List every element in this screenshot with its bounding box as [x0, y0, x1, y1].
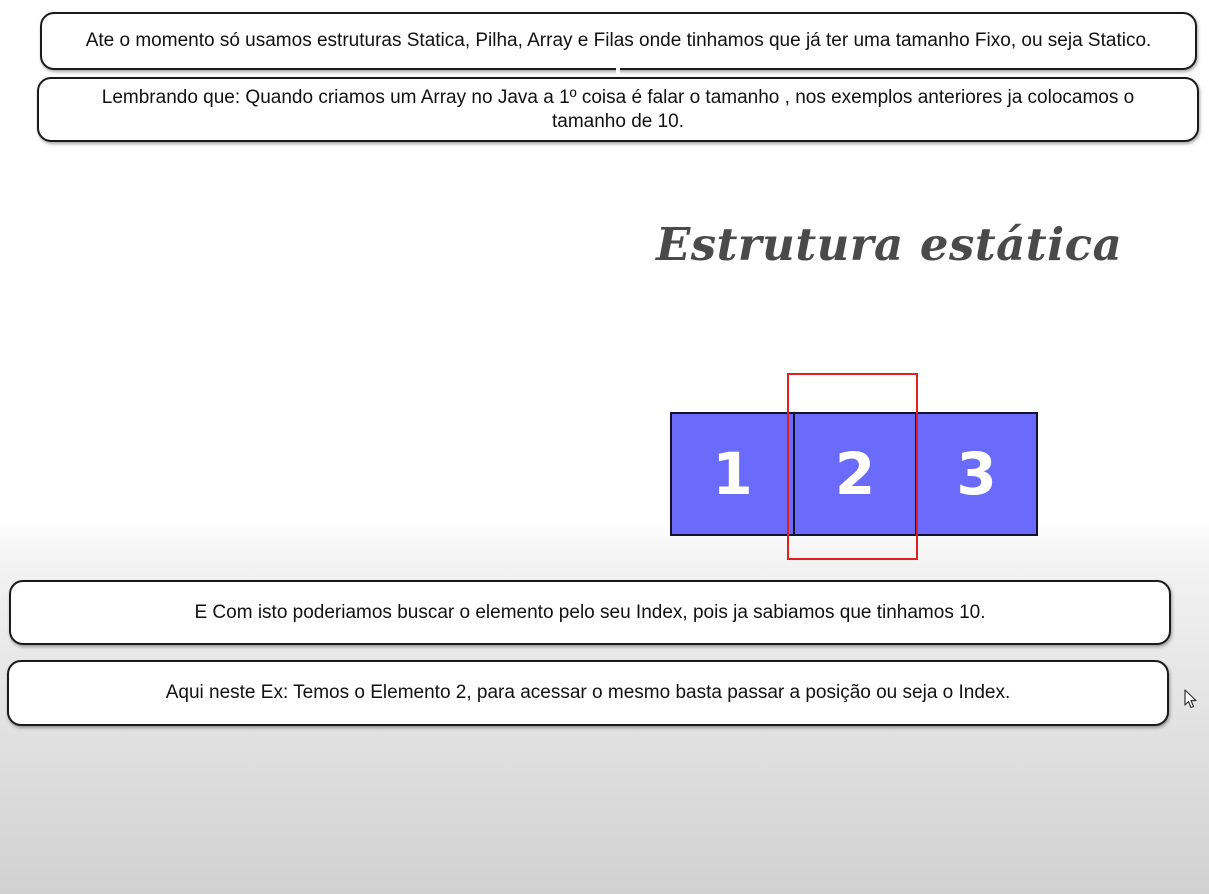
slide-title: Estrutura estática [656, 218, 1123, 271]
note-static-structures: Ate o momento só usamos estruturas Stati… [40, 12, 1197, 70]
highlight-box-element-2 [787, 373, 918, 560]
array-cell-1-label: 1 [712, 440, 753, 508]
note-search-by-index: E Com isto poderiamos buscar o elemento … [9, 580, 1171, 645]
note-array-size-text: Lembrando que: Quando criamos um Array n… [101, 86, 1135, 132]
note-search-by-index-text: E Com isto poderiamos buscar o elemento … [194, 601, 986, 623]
note-static-structures-text: Ate o momento só usamos estruturas Stati… [85, 30, 1152, 51]
note-access-element: Aqui neste Ex: Temos o Elemento 2, para … [7, 660, 1169, 726]
note-array-size: Lembrando que: Quando criamos um Array n… [37, 77, 1199, 142]
note-access-element-text: Aqui neste Ex: Temos o Elemento 2, para … [165, 682, 1011, 703]
array-cell-3-label: 3 [956, 440, 997, 508]
mouse-pointer-icon [1184, 689, 1197, 709]
array-cell-1: 1 [670, 412, 795, 536]
array-cell-3: 3 [915, 412, 1038, 536]
